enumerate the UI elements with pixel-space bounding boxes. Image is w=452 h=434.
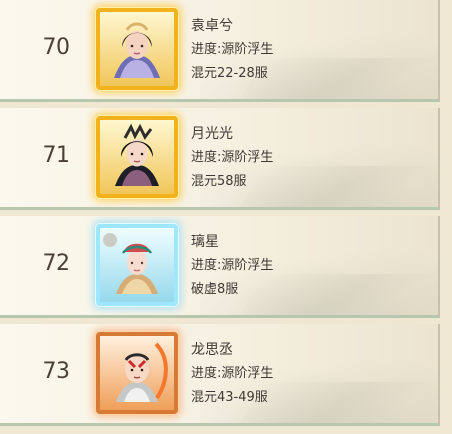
progress-text: 进度:源阶浮生 — [191, 366, 274, 381]
leaderboard-row-70[interactable]: 70 袁卓兮 进度:源阶浮生 混元22-28服 — [0, 0, 440, 102]
avatar-portrait-icon — [100, 12, 174, 86]
server-text: 混元22-28服 — [191, 66, 268, 81]
player-name: 月光光 — [191, 126, 233, 142]
server-text: 混元58服 — [191, 174, 247, 189]
player-name: 龙思丞 — [191, 342, 233, 358]
player-name: 袁卓兮 — [191, 18, 233, 34]
avatar-portrait-icon — [100, 228, 174, 302]
progress-text: 进度:源阶浮生 — [191, 42, 274, 57]
portrait-avatar — [96, 8, 178, 90]
server-text: 破虚8服 — [191, 282, 239, 297]
avatar-portrait-icon — [100, 120, 174, 194]
rank-number: 73 — [42, 359, 71, 384]
server-text: 混元43-49服 — [191, 390, 268, 405]
portrait-avatar — [96, 224, 178, 306]
portrait-avatar — [96, 332, 178, 414]
portrait-avatar — [96, 116, 178, 198]
rank-number: 72 — [42, 251, 71, 276]
avatar-portrait-icon — [100, 336, 174, 410]
leaderboard-row-73[interactable]: 73 龙思丞 进度:源阶浮生 混元43-49服 — [0, 324, 440, 426]
leaderboard-row-71[interactable]: 71 月光光 进度:源阶浮生 混元58服 — [0, 108, 440, 210]
rank-number: 71 — [42, 143, 71, 168]
leaderboard-list[interactable]: 70 袁卓兮 进度:源阶浮生 混元22-28服 71 月光光 进度:源阶浮生 混… — [0, 0, 452, 434]
rank-number: 70 — [42, 35, 71, 60]
leaderboard-row-72[interactable]: 72 璃星 进度:源阶浮生 破虚8服 — [0, 216, 440, 318]
progress-text: 进度:源阶浮生 — [191, 258, 274, 273]
progress-text: 进度:源阶浮生 — [191, 150, 274, 165]
player-name: 璃星 — [191, 234, 219, 250]
